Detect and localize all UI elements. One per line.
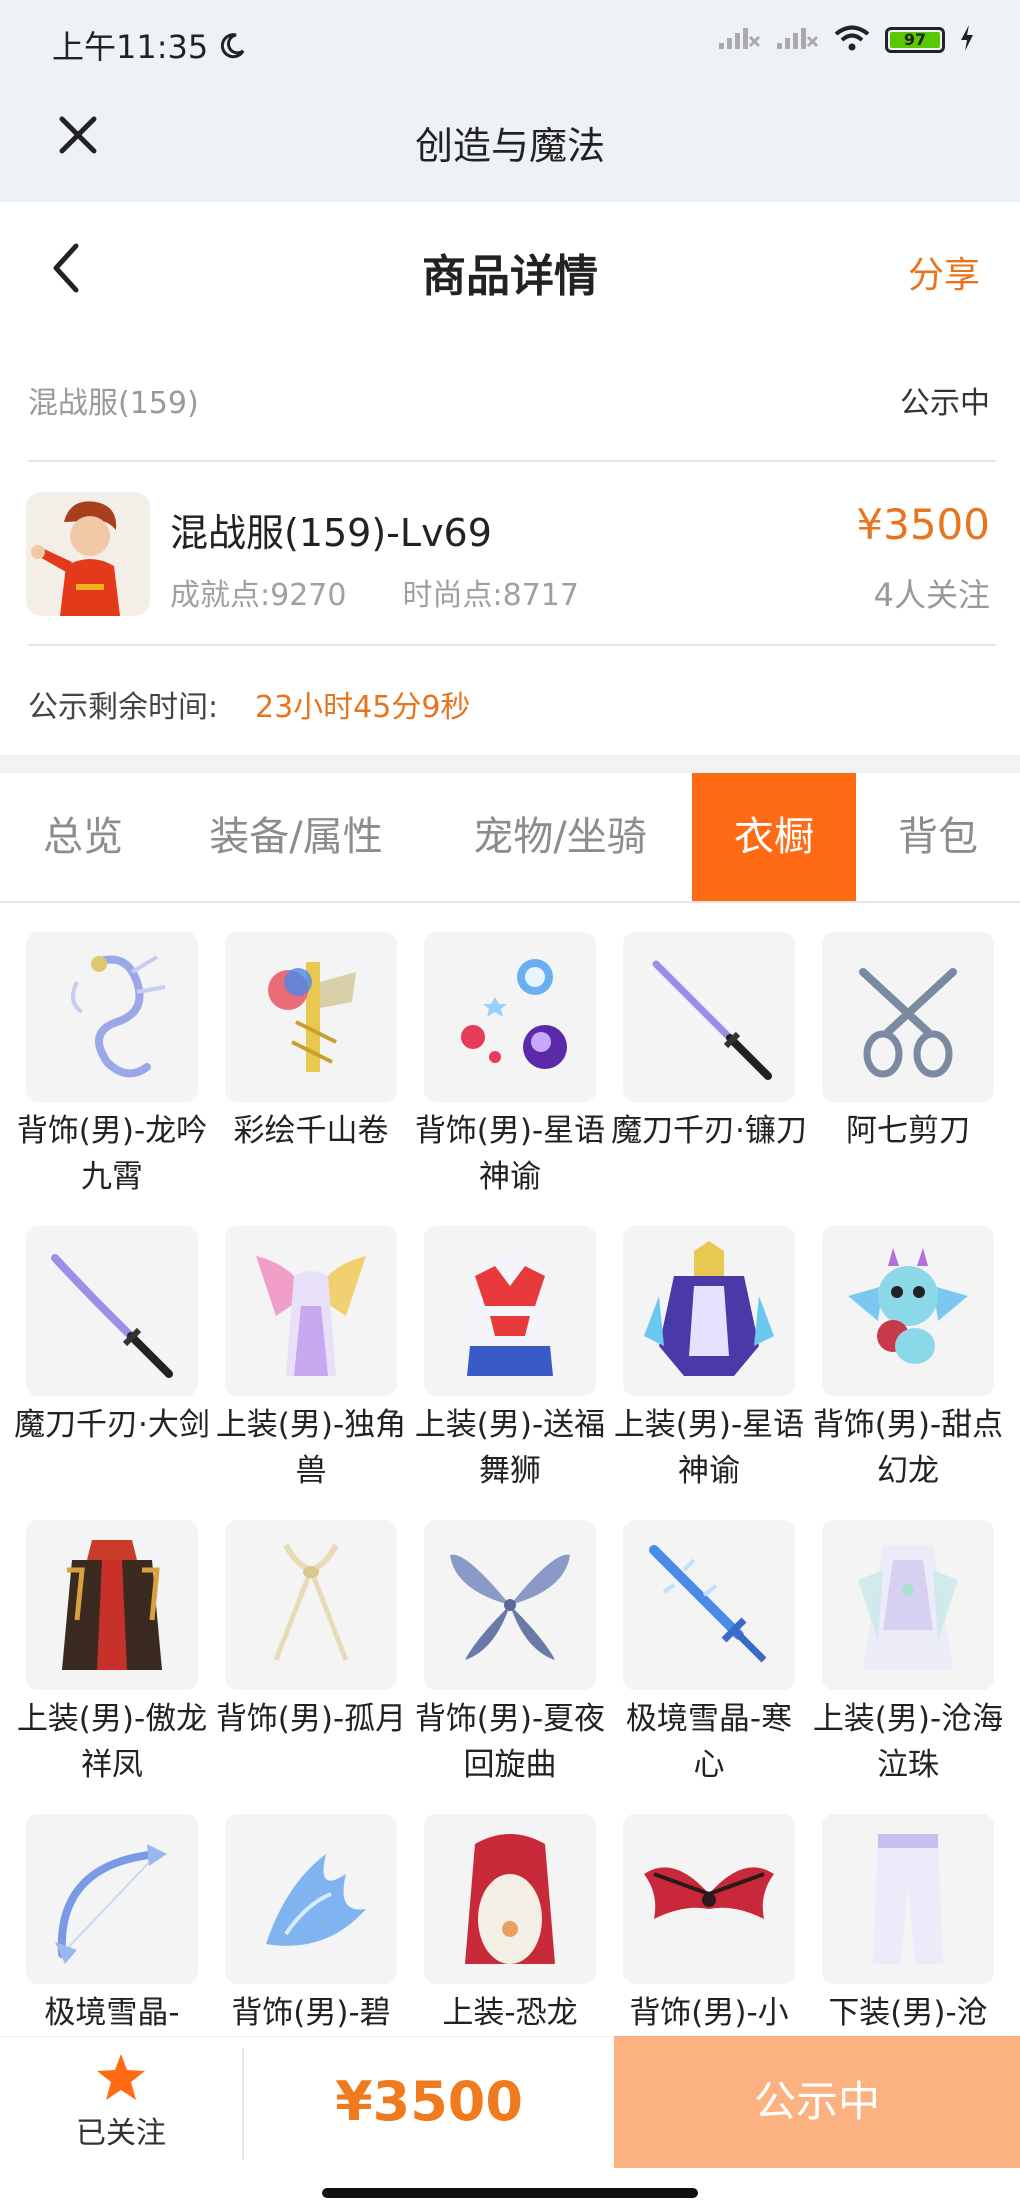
wardrobe-item[interactable]: 背饰(男)-孤月 (216, 1520, 406, 1742)
wardrobe-item[interactable]: 上装(男)-傲龙祥凤 (17, 1520, 207, 1788)
product-stats: 成就点:9270 时尚点:8717 (170, 570, 579, 614)
home-indicator[interactable] (322, 2188, 698, 2198)
divider (28, 460, 996, 462)
cellular-signal-icon (775, 25, 819, 55)
water-wings-image (225, 1814, 397, 1984)
dessert-dragon-image (822, 1226, 994, 1396)
wardrobe-item[interactable]: 极境雪晶-寒心 (623, 1520, 795, 1788)
wardrobe-item[interactable]: 上装(男)-独角兽 (216, 1226, 406, 1494)
app-title: 创造与魔法 (414, 124, 605, 168)
status-icons: 97 (717, 24, 975, 56)
countdown-value: 23小时45分9秒 (255, 690, 471, 725)
wardrobe-item[interactable]: 魔刀千刃·镰刀 (611, 932, 807, 1154)
battery-level: 97 (903, 30, 927, 49)
countdown-label: 公示剩余时间: (28, 690, 219, 725)
wardrobe-item[interactable]: 魔刀千刃·大剑 (14, 1226, 210, 1448)
wardrobe-item-label: 背饰(男)-夏夜回旋曲 (414, 1701, 606, 1783)
lion-dance-outfit-image (424, 1226, 596, 1396)
wardrobe-item[interactable]: 彩绘千山卷 (225, 932, 397, 1154)
wardrobe-item-label: 极境雪晶- (44, 1995, 180, 2031)
watcher-count: 4人关注 (873, 576, 990, 614)
tab-wardrobe[interactable]: 衣橱 (692, 773, 856, 901)
wardrobe-item-label: 上装(男)-傲龙祥凤 (16, 1701, 208, 1783)
ice-crystal-sword-image (623, 1520, 795, 1690)
wardrobe-item-label: 背饰(男)-星语神谕 (414, 1113, 606, 1195)
greatsword-image (26, 1226, 198, 1396)
tab-bag[interactable]: 背包 (874, 773, 1002, 901)
wardrobe-item-label: 背饰(男)-碧 (231, 1995, 391, 2031)
tab-pets[interactable]: 宠物/坐骑 (448, 773, 672, 901)
wardrobe-item[interactable]: 背饰(男)-碧 (225, 1814, 397, 2036)
star-orbs-image (424, 932, 596, 1102)
wardrobe-item[interactable]: 上装-恐龙 (424, 1814, 596, 2036)
wardrobe-item[interactable]: 上装(男)-星语神谕 (614, 1226, 804, 1494)
cellular-signal-icon (717, 25, 761, 55)
wardrobe-item-label: 背饰(男)-龙吟九霄 (16, 1113, 208, 1195)
public-notice-button[interactable]: 公示中 (614, 2036, 1020, 2168)
fashion-points: 时尚点:8717 (402, 578, 579, 613)
wardrobe-item[interactable]: 极境雪晶- (26, 1814, 198, 2036)
wardrobe-item-label: 下装(男)-沧 (828, 1995, 988, 2031)
dragon-phoenix-outfit-image (26, 1520, 198, 1690)
wardrobe-item[interactable]: 阿七剪刀 (822, 932, 994, 1154)
share-button[interactable]: 分享 (908, 246, 980, 298)
avatar (26, 492, 150, 616)
star-icon (97, 2054, 145, 2100)
page-title: 商品详情 (422, 251, 598, 302)
wardrobe-item-label: 魔刀千刃·镰刀 (611, 1113, 807, 1149)
bottom-price: ¥3500 (335, 2070, 523, 2133)
tab-overview[interactable]: 总览 (20, 773, 146, 901)
wardrobe-item-label: 上装(男)-独角兽 (215, 1407, 407, 1489)
product-name: 混战服(159)-Lv69 (170, 511, 492, 555)
wardrobe-item-label: 上装-恐龙 (442, 1995, 578, 2031)
wardrobe-item[interactable]: 下装(男)-沧 (822, 1814, 994, 2036)
lonely-moon-image (225, 1520, 397, 1690)
pearl-outfit-image (822, 1520, 994, 1690)
katana-image (623, 932, 795, 1102)
tab-equipment[interactable]: 装备/属性 (186, 773, 406, 901)
wardrobe-item[interactable]: 背饰(男)-夏夜回旋曲 (415, 1520, 605, 1788)
wardrobe-item-label: 阿七剪刀 (846, 1113, 970, 1149)
wardrobe-item-label: 背饰(男)-小 (629, 1995, 789, 2031)
star-oracle-outfit-image (623, 1226, 795, 1396)
wardrobe-item[interactable]: 背饰(男)-星语神谕 (415, 932, 605, 1200)
moon-icon (218, 30, 246, 68)
wardrobe-item-label: 背饰(男)-甜点幻龙 (812, 1407, 1004, 1489)
status-time: 上午11:35 (52, 22, 246, 68)
painted-scroll-image (225, 932, 397, 1102)
scissors-image (822, 932, 994, 1102)
status-badge: 公示中 (900, 386, 990, 421)
wardrobe-item-label: 彩绘千山卷 (233, 1113, 389, 1149)
section-separator (0, 755, 1020, 773)
achievement-points: 成就点:9270 (170, 578, 347, 613)
wardrobe-item-label: 极境雪晶-寒心 (625, 1701, 793, 1783)
dragon-wings-image (26, 932, 198, 1102)
follow-label: 已关注 (76, 2116, 166, 2151)
product-price: ¥3500 (856, 500, 990, 549)
wardrobe-item[interactable]: 上装(男)-沧海泣珠 (813, 1520, 1003, 1788)
charging-icon (959, 24, 975, 56)
tab-bar: 总览 装备/属性 宠物/坐骑 衣橱 背包 (0, 773, 1020, 903)
wardrobe-item[interactable]: 背饰(男)-甜点幻龙 (813, 1226, 1003, 1494)
follow-button[interactable]: 已关注 (0, 2036, 242, 2168)
battery-icon: 97 (885, 27, 945, 53)
unicorn-outfit-image (225, 1226, 397, 1396)
wardrobe-item-label: 上装(男)-沧海泣珠 (812, 1701, 1004, 1783)
wardrobe-item[interactable]: 背饰(男)-龙吟九霄 (17, 932, 207, 1200)
wardrobe-item-label: 魔刀千刃·大剑 (14, 1407, 210, 1443)
wardrobe-item-label: 背饰(男)-孤月 (215, 1701, 407, 1737)
server-name: 混战服(159) (28, 386, 199, 421)
wifi-icon (833, 24, 871, 56)
wardrobe-item[interactable]: 背饰(男)-小 (623, 1814, 795, 2036)
wardrobe-item-label: 上装(男)-星语神谕 (613, 1407, 805, 1489)
demon-wings-image (623, 1814, 795, 1984)
dinosaur-outfit-image (424, 1814, 596, 1984)
divider (28, 644, 996, 646)
wardrobe-item-label: 上装(男)-送福舞狮 (414, 1407, 606, 1489)
pants-image (822, 1814, 994, 1984)
butterfly-wings-image (424, 1520, 596, 1690)
ice-bow-image (26, 1814, 198, 1984)
wardrobe-item[interactable]: 上装(男)-送福舞狮 (415, 1226, 605, 1494)
